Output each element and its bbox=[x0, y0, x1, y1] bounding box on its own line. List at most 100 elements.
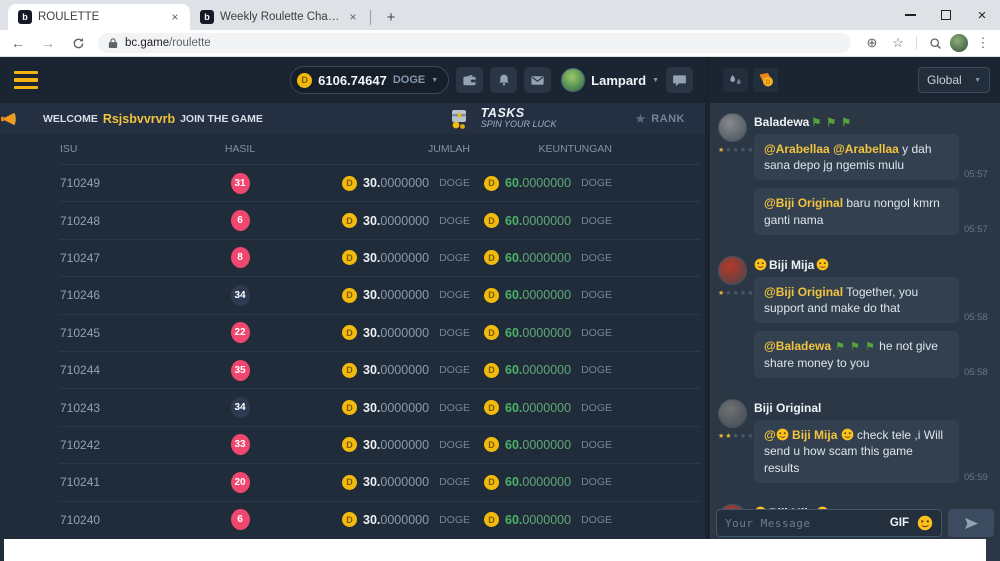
chat-message-list: ★★★★★ Baladewa ⚑ ⚑ ⚑ @Arabellaa @Arabellaa… bbox=[710, 103, 1000, 509]
green-flag-icon: ⚑ ⚑ ⚑ bbox=[831, 341, 876, 353]
chat-message-input[interactable] bbox=[725, 517, 882, 530]
chat-region-select[interactable]: Global ▼ bbox=[918, 67, 990, 93]
message-user-column: ★★★★★ bbox=[718, 399, 754, 491]
user-mention[interactable]: @ bbox=[764, 428, 776, 442]
amount-decimals: 0000000 bbox=[522, 176, 571, 190]
currency-label: DOGE bbox=[581, 476, 612, 488]
table-row[interactable]: 7102478D30.0000000DOGED60.0000000DOGE bbox=[60, 239, 700, 276]
svg-text:D: D bbox=[765, 80, 770, 86]
send-message-button[interactable] bbox=[948, 509, 994, 537]
result-badge: 35 bbox=[231, 360, 250, 381]
amount-decimals: 0000000 bbox=[522, 513, 571, 527]
chat-user-avatar[interactable] bbox=[718, 113, 747, 142]
user-rating-stars: ★★★★★ bbox=[718, 432, 754, 440]
user-mention[interactable]: @Biji Original bbox=[764, 196, 843, 210]
table-row[interactable]: 71024522D30.0000000DOGED60.0000000DOGE bbox=[60, 314, 700, 351]
message-bubble: @Baladewa ⚑ ⚑ ⚑ he not give share money … bbox=[754, 331, 959, 378]
amount-decimals: 0000000 bbox=[522, 326, 571, 340]
table-row[interactable]: 71024435D30.0000000DOGED60.0000000DOGE bbox=[60, 351, 700, 388]
chat-toggle-button[interactable] bbox=[666, 67, 693, 93]
chat-user-avatar[interactable] bbox=[718, 256, 747, 285]
user-mention[interactable]: @Baladewa bbox=[764, 339, 831, 353]
url-text: bc.game/roulette bbox=[125, 37, 211, 49]
lock-icon bbox=[108, 37, 118, 49]
amount-value: 30.0000000 bbox=[363, 401, 429, 415]
window-close-button[interactable]: × bbox=[964, 0, 1000, 30]
table-row[interactable]: 7102406D30.0000000DOGED60.0000000DOGE bbox=[60, 501, 700, 538]
message-bubble: @Arabellaa @Arabellaa y dah sana depo jg… bbox=[754, 134, 959, 180]
search-extension-icon[interactable] bbox=[924, 32, 946, 54]
doge-coin-icon: D bbox=[342, 176, 357, 191]
table-row[interactable]: 7102486D30.0000000DOGED60.0000000DOGE bbox=[60, 201, 700, 238]
user-mention[interactable]: @Arabellaa bbox=[764, 142, 833, 156]
tab-close-icon[interactable]: × bbox=[168, 10, 182, 24]
message-text: Baladewa bbox=[754, 115, 809, 129]
user-mention[interactable]: Biji Mija bbox=[789, 428, 841, 442]
user-mention[interactable]: @Biji Original bbox=[764, 285, 843, 299]
tab-weekly-challenge[interactable]: b Weekly Roulette Challenge - Win × bbox=[190, 4, 368, 30]
page-bottom-loading-strip bbox=[4, 539, 986, 561]
currency-label: DOGE bbox=[439, 289, 470, 301]
table-row[interactable]: 71024120D30.0000000DOGED60.0000000DOGE bbox=[60, 463, 700, 500]
tab-roulette[interactable]: b ROULETTE × bbox=[8, 4, 190, 30]
amount-decimals: 0000000 bbox=[522, 363, 571, 377]
back-button[interactable]: ← bbox=[6, 31, 30, 55]
table-row[interactable]: 71024634D30.0000000DOGED60.0000000DOGE bbox=[60, 276, 700, 313]
chat-username[interactable]: Biji Original bbox=[754, 401, 992, 415]
table-row[interactable]: 71024233D30.0000000DOGED60.0000000DOGE bbox=[60, 426, 700, 463]
forward-button[interactable]: → bbox=[36, 31, 60, 55]
message-time: 05:57 bbox=[964, 224, 988, 235]
amount-value: 60.0000000 bbox=[505, 475, 571, 489]
amount-value: 60.0000000 bbox=[505, 401, 571, 415]
balance-selector[interactable]: D 6106.74647 DOGE ▼ bbox=[290, 66, 449, 94]
results-table-body: 71024931D30.0000000DOGED60.0000000DOGE71… bbox=[0, 164, 710, 538]
tab-separator bbox=[370, 10, 371, 25]
result-badge: 8 bbox=[231, 247, 250, 268]
reload-button[interactable] bbox=[66, 31, 90, 55]
currency-label: DOGE bbox=[581, 215, 612, 227]
amount-value: 30.0000000 bbox=[363, 288, 429, 302]
window-maximize-button[interactable] bbox=[928, 0, 964, 30]
tab-close-icon[interactable]: × bbox=[346, 10, 360, 24]
reload-icon bbox=[72, 37, 85, 50]
chat-region-value: Global bbox=[927, 73, 962, 87]
user-mention[interactable]: @Arabellaa bbox=[833, 142, 899, 156]
doge-coin-icon: D bbox=[342, 475, 357, 490]
bookmark-star-icon[interactable]: ☆ bbox=[887, 32, 909, 54]
site-favicon: b bbox=[200, 10, 214, 24]
new-tab-button[interactable]: + bbox=[379, 5, 403, 29]
user-profile-menu[interactable]: Lampard ▼ bbox=[561, 68, 659, 92]
rain-button[interactable] bbox=[723, 68, 748, 92]
address-bar[interactable]: bc.game/roulette bbox=[98, 33, 851, 53]
chat-user-avatar[interactable] bbox=[718, 399, 747, 428]
currency-label: DOGE bbox=[581, 327, 612, 339]
messages-button[interactable] bbox=[524, 67, 551, 93]
coin-drop-button[interactable]: D bbox=[753, 68, 778, 92]
doge-coin-icon: D bbox=[297, 73, 312, 88]
wallet-button[interactable] bbox=[456, 67, 483, 93]
chat-username[interactable]: Biji Mija bbox=[754, 258, 992, 272]
zoom-page-icon[interactable]: ⊕ bbox=[861, 32, 883, 54]
notifications-button[interactable] bbox=[490, 67, 517, 93]
gif-button[interactable]: GIF bbox=[890, 517, 909, 529]
message-text: Biji Original bbox=[754, 401, 821, 415]
rank-shortcut[interactable]: ★ RANK bbox=[635, 111, 685, 127]
browser-profile-avatar[interactable] bbox=[950, 34, 968, 52]
table-row[interactable]: 71024334D30.0000000DOGED60.0000000DOGE bbox=[60, 388, 700, 425]
emoji-picker-button[interactable] bbox=[917, 515, 933, 531]
tab-title: ROULETTE bbox=[38, 11, 162, 23]
maximize-icon bbox=[941, 10, 951, 20]
browser-menu-button[interactable]: ⋮ bbox=[972, 32, 994, 54]
chat-username[interactable]: Baladewa ⚑ ⚑ ⚑ bbox=[754, 115, 992, 129]
hamburger-menu-button[interactable] bbox=[14, 71, 38, 90]
table-row[interactable]: 71024931D30.0000000DOGED60.0000000DOGE bbox=[60, 164, 700, 201]
amount-value: 30.0000000 bbox=[363, 326, 429, 340]
doge-coin-icon: D bbox=[342, 437, 357, 452]
tasks-subtitle: SPIN YOUR LUCK bbox=[481, 120, 557, 130]
doge-coin-icon: D bbox=[484, 475, 499, 490]
grin-emoji bbox=[816, 258, 829, 271]
tasks-shortcut[interactable]: TASKS SPIN YOUR LUCK bbox=[447, 107, 557, 131]
jumlah-cell: D30.0000000DOGE bbox=[300, 363, 470, 378]
window-minimize-button[interactable] bbox=[892, 0, 928, 30]
amount-decimals: 0000000 bbox=[522, 251, 571, 265]
